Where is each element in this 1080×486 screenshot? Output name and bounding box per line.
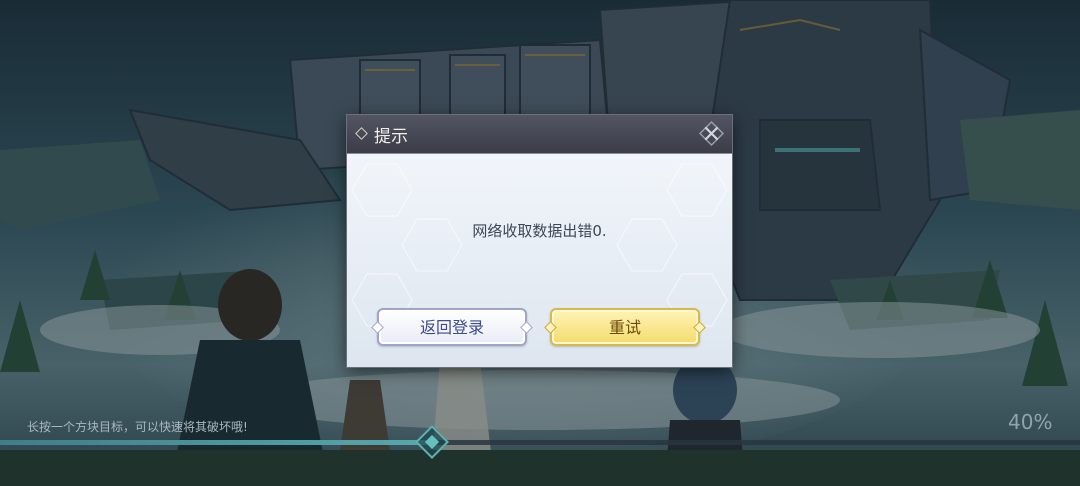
network-error-dialog: 提示 网络收取数据出错0. 返回登录 重试 [347,115,732,367]
diamond-icon [355,127,368,140]
close-icon [698,120,725,147]
loading-tip: 长按一个方块目标，可以快速将其破坏哦! [27,420,248,434]
error-message: 网络收取数据出错0. [472,222,607,240]
dialog-header: 提示 [347,115,732,154]
retry-button[interactable]: 重试 [544,308,706,346]
loading-progress-bar [0,440,1080,445]
dialog-title: 提示 [374,127,408,147]
loading-progress-fill [0,440,432,445]
back-to-login-button[interactable]: 返回登录 [371,308,533,346]
dialog-body: 网络收取数据出错0. 返回登录 重试 [347,154,732,367]
close-button[interactable] [698,120,725,147]
retry-label: 重试 [608,318,641,337]
loading-percent: 40% [1008,410,1053,434]
back-to-login-label: 返回登录 [419,318,484,337]
